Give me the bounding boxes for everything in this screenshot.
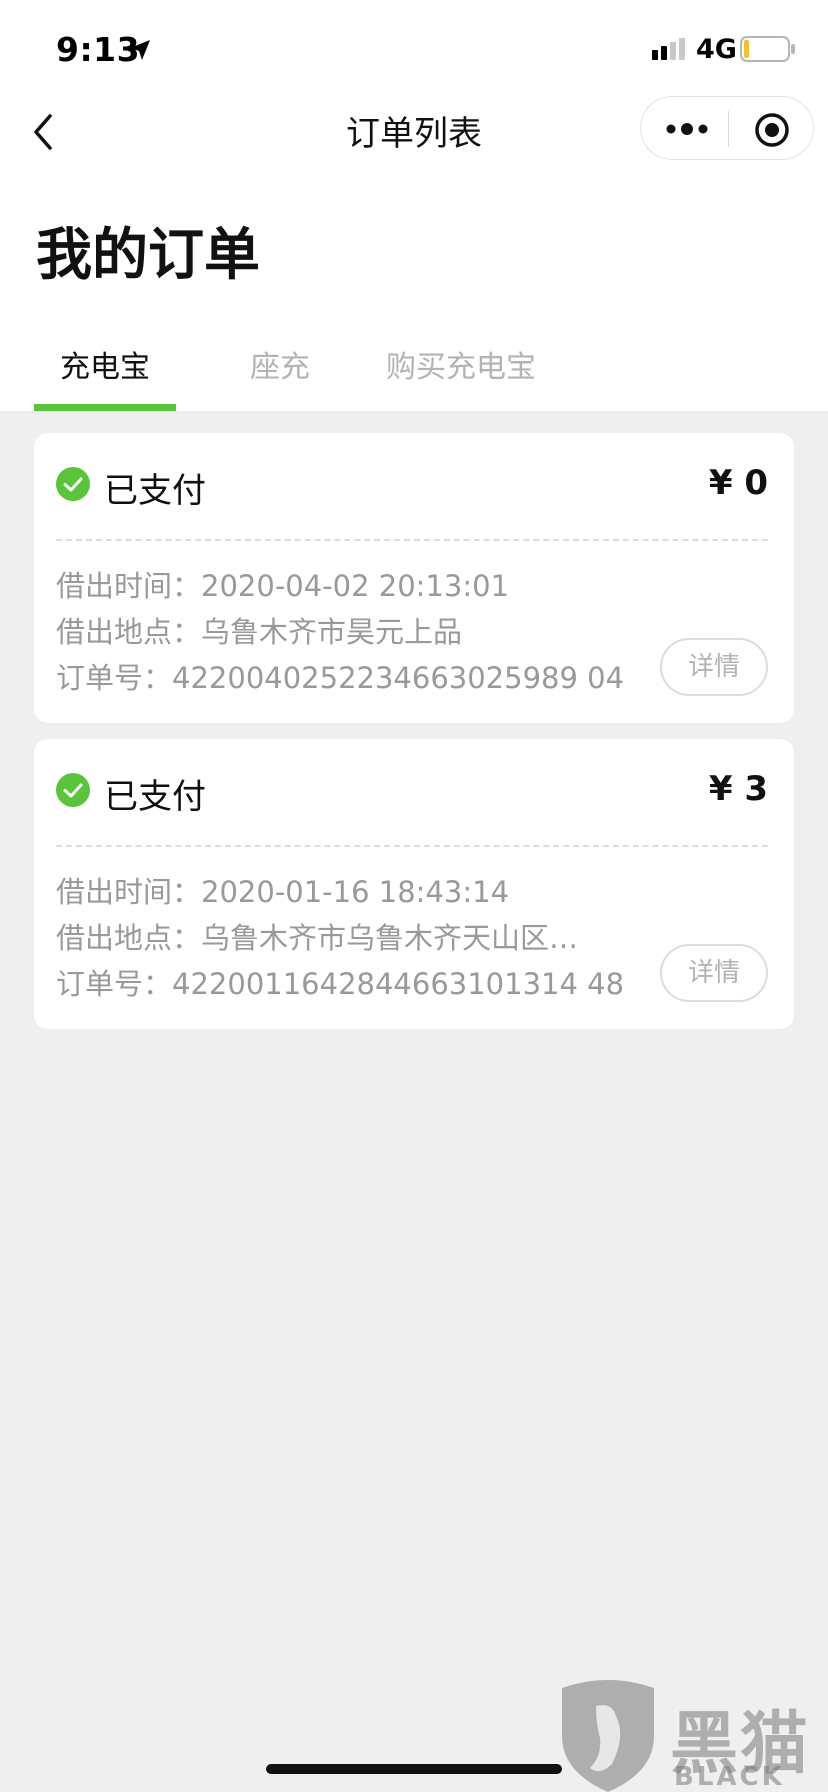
paid-check-icon [56,773,90,807]
borrow-time-label: 借出时间： [56,569,202,603]
order-price: ¥ 3 [708,769,768,809]
tab-seat-charger[interactable]: 座充 [250,342,310,386]
watermark-brand-en: BLACK CAT [674,1762,785,1792]
tab-power-bank[interactable]: 充电宝 [60,342,150,386]
borrow-time-value: 2020-01-16 18:43:14 [201,875,510,909]
capsule-divider [728,111,729,147]
order-card[interactable]: 已支付 ¥ 3 借出时间：2020-01-16 18:43:14 借出地点：乌鲁… [34,739,794,1029]
cellular-signal-icon [652,38,685,60]
order-card[interactable]: 已支付 ¥ 0 借出时间：2020-04-02 20:13:01 借出地点：乌鲁… [34,433,794,723]
battery-icon [740,36,795,62]
more-icon[interactable] [665,117,709,141]
borrow-time-row: 借出时间：2020-04-02 20:13:01 [56,563,509,605]
order-number-value: 4220040252234663025989 04 [172,661,625,695]
dashed-divider [56,845,768,847]
tab-buy-power-bank[interactable]: 购买充电宝 [386,342,536,386]
order-price: ¥ 0 [708,463,768,503]
paid-check-icon [56,467,90,501]
page-title: 我的订单 [36,223,260,288]
borrow-location-row: 借出地点：乌鲁木齐市乌鲁木齐天山区… [56,915,578,957]
home-indicator [266,1764,562,1774]
order-number-row: 订单号：4220040252234663025989 04 [56,655,624,697]
detail-button[interactable]: 详情 [660,638,768,696]
close-mini-program-icon[interactable] [753,111,791,149]
active-tab-indicator [34,404,176,411]
borrow-location-value: 乌鲁木齐市乌鲁木齐天山区… [201,921,579,955]
borrow-time-value: 2020-04-02 20:13:01 [201,569,510,603]
location-arrow-icon [130,40,150,60]
detail-button[interactable]: 详情 [660,944,768,1002]
black-cat-logo-icon [562,1680,654,1792]
order-number-label: 订单号： [56,661,173,695]
mini-program-capsule [640,96,814,160]
dashed-divider [56,539,768,541]
borrow-location-row: 借出地点：乌鲁木齐市昊元上品 [56,609,462,651]
borrow-location-label: 借出地点： [56,921,202,955]
order-number-value: 4220011642844663101314 48 [172,967,625,1001]
order-number-row: 订单号：4220011642844663101314 48 [56,961,624,1003]
order-status: 已支付 [104,471,206,511]
order-status: 已支付 [104,777,206,817]
borrow-location-value: 乌鲁木齐市昊元上品 [201,615,463,649]
borrow-location-label: 借出地点： [56,615,202,649]
borrow-time-row: 借出时间：2020-01-16 18:43:14 [56,869,509,911]
network-type: 4G [696,34,737,65]
borrow-time-label: 借出时间： [56,875,202,909]
order-number-label: 订单号： [56,967,173,1001]
